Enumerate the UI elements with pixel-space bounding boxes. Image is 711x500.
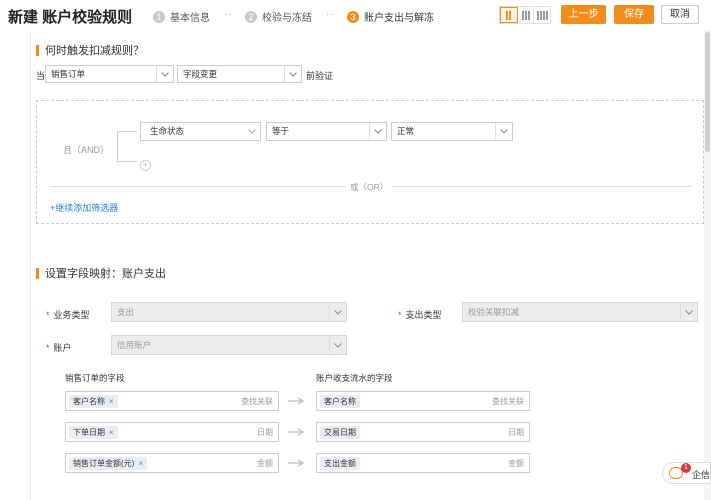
target-fields-header: 账户收支流水的字段	[316, 373, 393, 383]
add-filter-link[interactable]: +继续添加筛选器	[50, 201, 118, 214]
page-title: 新建 账户校验规则	[8, 9, 133, 26]
step-label: 账户支出与解冻	[364, 13, 434, 24]
step-number: 1	[153, 10, 165, 23]
when-label: 当	[36, 71, 46, 81]
account-label: * 账户	[46, 343, 72, 353]
chevron-down-icon	[680, 303, 697, 321]
chevron-down-icon	[329, 303, 346, 321]
and-bracket	[117, 131, 137, 162]
remove-tag-icon[interactable]: ×	[138, 459, 143, 468]
cancel-button[interactable]: 取消	[661, 5, 699, 24]
three-column-layout-icon[interactable]	[518, 7, 535, 23]
chevron-down-icon	[369, 123, 386, 139]
two-column-layout-icon[interactable]	[500, 7, 518, 23]
validate-before-label: 前验证	[306, 71, 334, 81]
and-label: 且（AND）	[63, 145, 110, 155]
step-expense-unfreeze[interactable]: 3 账户支出与解冻	[347, 9, 434, 24]
object-select[interactable]: 销售订单	[45, 65, 174, 83]
step-number: 3	[347, 10, 359, 23]
trigger-section-title: 何时触发扣减规则？	[36, 42, 144, 58]
expense-type-label: * 支出类型	[398, 310, 442, 320]
step-number: 2	[245, 10, 257, 23]
remove-tag-icon[interactable]: ×	[109, 397, 114, 406]
condition-operator-select[interactable]: 等于	[266, 122, 387, 141]
field-type-hint: 查找关联	[241, 397, 273, 406]
field-tag: 支出金额	[320, 457, 360, 470]
field-type-hint: 金额	[257, 459, 273, 468]
mapping-section-title: 设置字段映射：账户支出	[36, 265, 166, 281]
or-label: 或（OR）	[346, 181, 393, 193]
event-select[interactable]: 字段变更	[177, 65, 302, 83]
account-select[interactable]: 信用账户	[111, 335, 347, 355]
prev-step-button[interactable]: 上一步	[561, 5, 606, 24]
layout-toggle	[499, 6, 551, 24]
field-type-hint: 金额	[508, 459, 524, 468]
page-header: 新建 账户校验规则 1 基本信息 ·· 2 校验与冻结 ·· 3 账户支出与解冻…	[0, 0, 711, 30]
save-button[interactable]: 保存	[614, 5, 654, 24]
step-separator: ··	[224, 9, 233, 20]
map-arrow-icon	[288, 428, 305, 436]
chat-label: 企信	[692, 470, 711, 480]
chevron-down-icon	[495, 123, 512, 139]
vertical-scrollbar[interactable]	[704, 30, 711, 500]
map-arrow-icon	[288, 397, 305, 405]
add-condition-icon[interactable]: +	[140, 160, 151, 171]
business-type-select[interactable]: 支出	[111, 302, 347, 322]
scrollbar-thumb[interactable]	[705, 32, 710, 152]
step-basic-info[interactable]: 1 基本信息	[153, 9, 210, 24]
source-field-input[interactable]: 销售订单金额(元) × 金额	[65, 453, 279, 473]
source-field-input[interactable]: 客户名称 × 查找关联	[65, 391, 279, 411]
field-tag: 销售订单金额(元) ×	[69, 457, 147, 470]
target-field-input[interactable]: 交易日期 日期	[316, 422, 530, 442]
field-type-hint: 查找关联	[492, 397, 524, 406]
field-type-hint: 日期	[508, 428, 524, 437]
field-type-hint: 日期	[257, 428, 273, 437]
map-arrow-icon	[288, 459, 305, 467]
step-label: 基本信息	[170, 13, 210, 24]
business-type-label: * 业务类型	[46, 310, 90, 320]
target-field-input[interactable]: 支出金额 金额	[316, 453, 530, 473]
chevron-down-icon	[284, 66, 301, 82]
step-check-freeze[interactable]: 2 校验与冻结	[245, 9, 312, 24]
chevron-down-icon	[156, 66, 173, 82]
field-tag: 下单日期 ×	[69, 426, 118, 439]
step-separator: ··	[326, 9, 335, 20]
filter-box	[36, 100, 704, 224]
chat-widget[interactable]: 1 企信	[662, 462, 711, 484]
field-tag: 客户名称 ×	[69, 395, 118, 408]
condition-field-select[interactable]: 生命状态	[140, 122, 261, 141]
unread-badge: 1	[681, 463, 691, 473]
field-tag: 交易日期	[320, 426, 360, 439]
target-field-input[interactable]: 客户名称 查找关联	[316, 391, 530, 411]
expense-type-select[interactable]: 校验关联扣减	[462, 302, 698, 322]
step-label: 校验与冻结	[262, 13, 312, 24]
four-column-layout-icon[interactable]	[534, 7, 550, 23]
field-tag: 客户名称	[320, 395, 360, 408]
source-fields-header: 销售订单的字段	[65, 373, 125, 383]
remove-tag-icon[interactable]: ×	[109, 428, 114, 437]
condition-value-select[interactable]: 正常	[391, 122, 513, 141]
chevron-down-icon	[243, 123, 260, 139]
chevron-down-icon	[329, 336, 346, 354]
source-field-input[interactable]: 下单日期 × 日期	[65, 422, 279, 442]
